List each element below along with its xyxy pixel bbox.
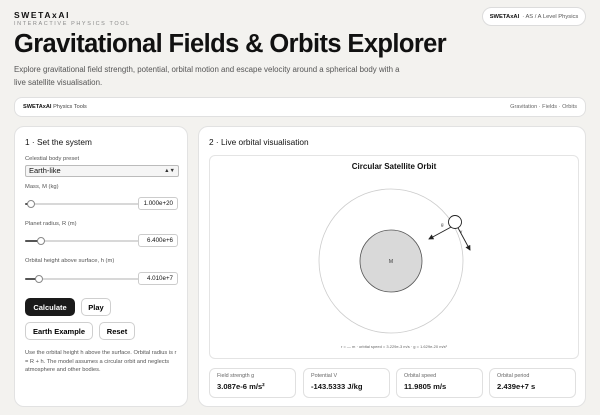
result-label: Potential V [311, 373, 338, 379]
mass-slider[interactable] [25, 199, 141, 209]
radius-label: Planet radius, R (m) [25, 221, 77, 227]
radius-slider[interactable] [25, 236, 141, 246]
result-value: 3.087e-6 m/s² [217, 382, 265, 391]
brand-logo: SWETAxAI [14, 10, 71, 20]
height-slider[interactable] [25, 274, 141, 284]
mass-value-field[interactable]: 1.000e+20 [138, 197, 178, 210]
result-value: -143.5333 J/kg [311, 382, 363, 391]
slider-thumb[interactable] [34, 275, 43, 283]
level-badge: SWETAxAI · AS / A Level Physics [482, 7, 586, 26]
page-title: Gravitational Fields & Orbits Explorer [14, 30, 447, 58]
result-value: 11.9805 m/s [404, 382, 447, 391]
visualisation-heading: 2 · Live orbital visualisation [209, 137, 309, 147]
reset-button[interactable]: Reset [99, 322, 135, 340]
toolbar-brand-name: SWETAxAI [23, 104, 52, 110]
preset-label: Celestial body preset [25, 156, 80, 162]
g-vector-label: g [441, 222, 444, 227]
canvas-readout: r = — m · orbital speed = 3.229e-3 m/s ·… [341, 344, 447, 349]
preset-select[interactable]: Earth-like ▲▼ [25, 165, 179, 177]
slider-thumb[interactable] [37, 237, 46, 245]
result-label: Field strength g [217, 373, 255, 379]
satellite [448, 215, 462, 229]
toolbar-brand-label: Physics Tools [53, 104, 87, 110]
tool-bar: SWETAxAI Physics Tools Gravitation · Fie… [14, 97, 586, 117]
slider-thumb[interactable] [26, 200, 35, 208]
result-label: Orbital speed [404, 373, 437, 379]
radius-value-field[interactable]: 6.400e+6 [138, 234, 178, 247]
result-orbital-period: Orbital period 2.439e+7 s [489, 368, 576, 398]
breadcrumb: Gravitation · Fields · Orbits [510, 104, 577, 110]
orbit-canvas[interactable]: Circular Satellite Orbit M g v r = — m ·… [209, 155, 579, 359]
preset-select-value: Earth-like [29, 166, 61, 175]
planet-label: M [389, 259, 393, 265]
model-note: Use the orbital height h above the surfa… [25, 350, 177, 373]
visualisation-panel: 2 · Live orbital visualisation Circular … [198, 126, 586, 407]
result-value: 2.439e+7 s [497, 382, 536, 391]
mass-label: Mass, M (kg) [25, 184, 59, 190]
play-button[interactable]: Play [81, 298, 111, 316]
height-value-field[interactable]: 4.010e+7 [138, 272, 178, 285]
slider-track [25, 203, 141, 205]
select-arrows-icon: ▲▼ [164, 168, 175, 174]
result-potential: Potential V -143.5333 J/kg [303, 368, 390, 398]
badge-subtitle: · AS / A Level Physics [522, 13, 579, 20]
orbit-diagram: M g v [318, 188, 471, 334]
toolbar-brand: SWETAxAI Physics Tools [23, 104, 87, 110]
setup-panel: 1 · Set the system Celestial body preset… [14, 126, 188, 407]
kicker-text: INTERACTIVE PHYSICS TOOL [14, 21, 131, 27]
result-label: Orbital period [497, 373, 530, 379]
calculate-button[interactable]: Calculate [25, 298, 75, 316]
badge-brand: SWETAxAI [489, 13, 520, 20]
height-label: Orbital height above surface, h (m) [25, 258, 115, 264]
v-vector-label: v [460, 229, 463, 234]
earth-example-button[interactable]: Earth Example [25, 322, 93, 340]
result-field-strength: Field strength g 3.087e-6 m/s² [209, 368, 296, 398]
gravity-vector [428, 225, 454, 240]
result-orbital-speed: Orbital speed 11.9805 m/s [396, 368, 483, 398]
setup-heading: 1 · Set the system [25, 137, 92, 147]
page-description: Explore gravitational field strength, po… [14, 65, 400, 87]
